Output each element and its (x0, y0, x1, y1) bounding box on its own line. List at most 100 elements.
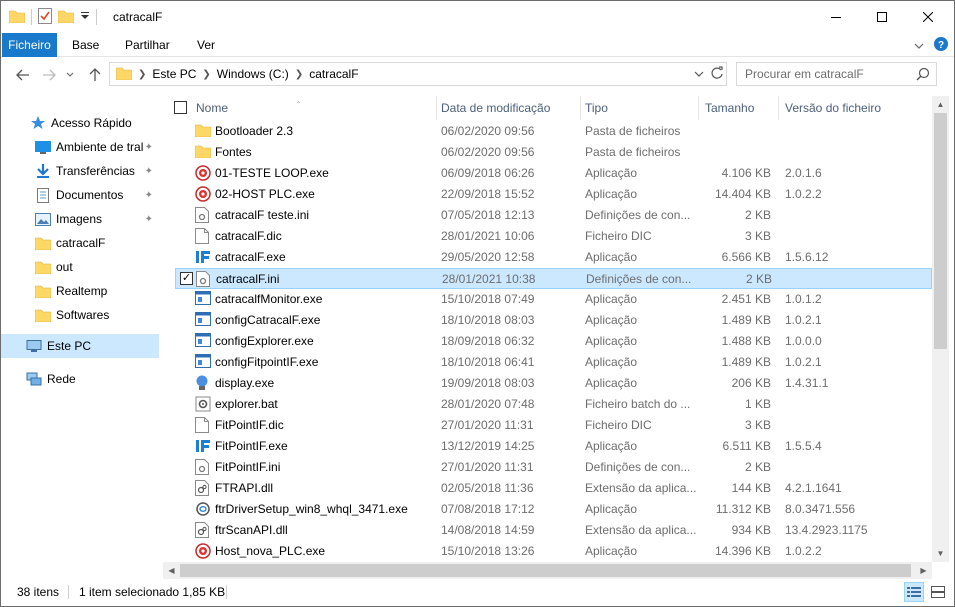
scroll-up-icon[interactable]: ▲ (932, 96, 949, 113)
customize-toolbar-icon[interactable] (80, 10, 90, 24)
nav-item-network[interactable]: Rede (1, 367, 159, 391)
settings-file-icon (195, 459, 211, 475)
search-box[interactable] (736, 62, 937, 86)
nav-item-out[interactable]: out (1, 255, 159, 279)
search-icon[interactable] (916, 67, 930, 84)
pin-icon[interactable]: ✦ (145, 166, 153, 177)
nav-item-downloads[interactable]: Transferências ✦ (1, 159, 159, 183)
new-folder-icon[interactable] (57, 9, 75, 26)
scroll-left-icon[interactable]: ◀ (163, 562, 180, 579)
address-bar[interactable]: ❯ Este PC ❯ Windows (C:) ❯ catracalF (109, 62, 727, 86)
properties-icon[interactable] (38, 7, 52, 27)
vertical-scrollbar[interactable]: ▲ ▼ (932, 96, 949, 562)
table-row[interactable]: ftrDriverSetup_win8_whql_3471.exe 07/08/2… (175, 499, 932, 520)
nav-item-this-pc[interactable]: Este PC (1, 334, 159, 358)
nav-quick-access[interactable]: Acesso Rápido (1, 111, 159, 135)
nav-item-documents[interactable]: Documentos ✦ (1, 183, 159, 207)
pin-icon[interactable]: ✦ (145, 190, 153, 201)
column-size[interactable]: Tamanho (701, 96, 777, 120)
chevron-right-icon[interactable]: ❯ (202, 69, 210, 80)
scroll-right-icon[interactable]: ▶ (915, 562, 932, 579)
horizontal-scroll-thumb[interactable] (180, 564, 911, 577)
recent-locations-button[interactable] (63, 65, 77, 85)
nav-item-catracalf[interactable]: catracalF (1, 231, 159, 255)
table-row[interactable]: catracalF.exe 29/05/2020 12:58 Aplicação 6.… (175, 247, 932, 268)
table-row[interactable]: FitPointIF.exe 13/12/2019 14:25 Aplicação 6… (175, 436, 932, 457)
file-type: Extensão da aplica... (585, 481, 697, 495)
table-row[interactable]: configCatracalF.exe 18/10/2018 08:03 Aplic… (175, 310, 932, 331)
up-button[interactable] (85, 65, 105, 85)
table-row[interactable]: configExplorer.exe 18/09/2018 06:32 Aplica… (175, 331, 932, 352)
horizontal-scrollbar[interactable]: ◀ ▶ (163, 562, 932, 579)
expand-ribbon-icon[interactable] (914, 39, 924, 53)
nav-label: Acesso Rápido (51, 116, 132, 130)
nav-item-pictures[interactable]: Imagens ✦ (1, 207, 159, 231)
table-row[interactable]: display.exe 19/09/2018 08:03 Aplicação 206 … (175, 373, 932, 394)
search-input[interactable] (737, 63, 907, 85)
maximize-button[interactable] (859, 1, 905, 33)
help-icon[interactable]: ? (934, 37, 948, 54)
table-row[interactable]: Host_nova_PLC.exe 15/10/2018 13:26 Aplicaç… (175, 541, 932, 562)
vertical-scroll-thumb[interactable] (934, 113, 947, 349)
column-date[interactable]: Data de modificação (437, 96, 577, 120)
file-type: Definições de con... (585, 208, 691, 222)
table-row[interactable]: FitPointIF.ini 27/01/2020 11:31 Definições… (175, 457, 932, 478)
file-version (785, 205, 905, 226)
computer-icon (25, 338, 43, 354)
table-row[interactable]: explorer.bat 28/01/2020 07:48 Ficheiro bat… (175, 394, 932, 415)
column-divider[interactable] (778, 96, 779, 120)
close-button[interactable] (905, 1, 951, 33)
scroll-down-icon[interactable]: ▼ (932, 545, 949, 562)
table-row[interactable]: Fontes 06/02/2020 09:56 Pasta de ficheiros (175, 142, 932, 163)
table-row[interactable]: catracalF teste.ini 07/05/2018 12:13 Defin… (175, 205, 932, 226)
chevron-right-icon[interactable]: ❯ (295, 69, 303, 80)
quick-access-toolbar (8, 7, 97, 27)
back-button[interactable] (13, 65, 33, 85)
settings-file-icon (195, 207, 211, 223)
tab-home[interactable]: Base (64, 33, 107, 57)
large-icons-view-button[interactable] (928, 582, 948, 602)
forward-button[interactable] (39, 65, 59, 85)
details-view-button[interactable] (904, 582, 924, 602)
chevron-down-icon[interactable] (694, 67, 704, 81)
table-row[interactable]: ftrScanAPI.dll 14/08/2018 14:59 Extensão d… (175, 520, 932, 541)
table-row[interactable]: FTRAPI.dll 02/05/2018 11:36 Extensão da ap… (175, 478, 932, 499)
setup-app-icon (195, 501, 211, 517)
nav-item-desktop[interactable]: Ambiente de tral ✦ (1, 135, 159, 159)
minimize-button[interactable] (813, 1, 859, 33)
table-row[interactable]: catracalfMonitor.exe 15/10/2018 07:49 Apli… (175, 289, 932, 310)
nav-item-softwares[interactable]: Softwares (1, 303, 159, 327)
column-version[interactable]: Versão do ficheiro (781, 96, 931, 120)
pin-icon[interactable]: ✦ (145, 142, 153, 153)
folder-icon (34, 259, 52, 275)
if-app-icon (195, 249, 211, 265)
breadcrumb-item[interactable]: catracalF (309, 67, 358, 81)
table-row[interactable]: 01-TESTE LOOP.exe 06/09/2018 06:26 Aplicaç… (175, 163, 932, 184)
row-checkbox[interactable]: ✓ (180, 272, 193, 285)
select-all-checkbox[interactable] (174, 101, 187, 114)
column-divider[interactable] (698, 96, 699, 120)
file-name: explorer.bat (215, 397, 278, 411)
tab-share[interactable]: Partilhar (117, 33, 178, 57)
file-name: catracalF.ini (216, 272, 280, 286)
table-row[interactable]: configFitpointIF.exe 18/10/2018 06:41 Apli… (175, 352, 932, 373)
table-row[interactable]: ✓ catracalF.ini 28/01/2021 10:38 Definições… (175, 268, 932, 289)
pin-icon[interactable]: ✦ (145, 214, 153, 225)
breadcrumb-item[interactable]: Windows (C:) (217, 67, 289, 81)
table-row[interactable]: catracalF.dic 28/01/2021 10:06 Ficheiro DI… (175, 226, 932, 247)
tab-file[interactable]: Ficheiro (2, 33, 57, 57)
file-name: Fontes (215, 145, 252, 159)
column-type[interactable]: Tipo (581, 96, 697, 120)
nav-item-realtemp[interactable]: Realtemp (1, 279, 159, 303)
refresh-icon[interactable] (710, 66, 724, 83)
breadcrumb-item[interactable]: Este PC (152, 67, 196, 81)
table-row[interactable]: 02-HOST PLC.exe 22/09/2018 15:52 Aplicação… (175, 184, 932, 205)
table-row[interactable]: Bootloader 2.3 06/02/2020 09:56 Pasta de f… (175, 121, 932, 142)
title-bar: catracalF (1, 1, 954, 33)
column-name[interactable]: Nome (192, 96, 432, 120)
file-date: 07/08/2018 17:12 (441, 502, 535, 516)
file-type: Aplicação (585, 166, 638, 180)
tab-view[interactable]: Ver (189, 33, 223, 57)
table-row[interactable]: FitPointIF.dic 27/01/2020 11:31 Ficheiro D… (175, 415, 932, 436)
nav-label: Softwares (56, 308, 110, 322)
